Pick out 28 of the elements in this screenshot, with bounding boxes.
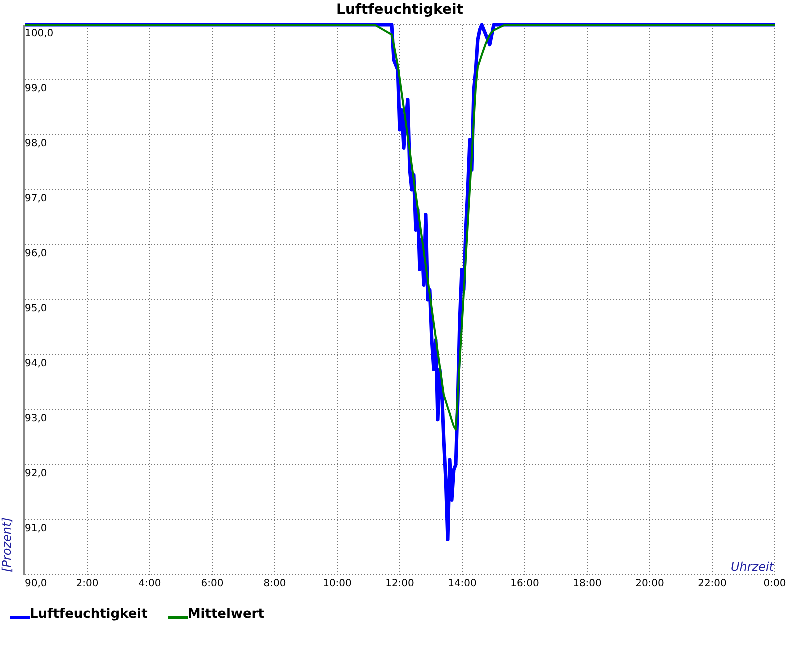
x-tick-label: 22:00 xyxy=(698,578,727,590)
y-tick-label: 97,0 xyxy=(25,194,48,205)
legend-label: Luftfeuchtigkeit xyxy=(30,607,148,622)
y-tick-label: 99,0 xyxy=(25,84,48,95)
y-tick-label: 92,0 xyxy=(25,468,48,480)
x-tick-label: 0:00 xyxy=(764,578,786,590)
x-tick-label: 10:00 xyxy=(323,578,352,590)
y-tick-label: 95,0 xyxy=(25,304,48,315)
y-tick-label: 91,0 xyxy=(25,524,48,535)
x-tick-label: 16:00 xyxy=(510,578,540,590)
x-tick-label: 4:00 xyxy=(138,578,162,590)
y-tick-label: 90,0 xyxy=(25,578,48,590)
x-tick-label: 18:00 xyxy=(573,578,602,590)
x-tick-label: 8:00 xyxy=(264,578,286,590)
y-tick-label: 96,0 xyxy=(25,248,48,260)
y-tick-label: 100,0 xyxy=(25,28,54,40)
y-tick-label: 94,0 xyxy=(25,358,48,370)
x-tick-label: 12:00 xyxy=(386,578,414,590)
y-tick-label: 98,0 xyxy=(25,138,48,150)
chart-title: Luftfeuchtigkeit xyxy=(336,2,464,18)
x-tick-label: 2:00 xyxy=(76,578,99,590)
x-axis-label: Uhrzeit xyxy=(730,560,774,574)
x-tick-label: 14:00 xyxy=(448,578,477,590)
y-axis-label: [Prozent] xyxy=(0,518,14,572)
x-tick-label: 6:00 xyxy=(201,578,224,590)
legend-label: Mittelwert xyxy=(188,607,264,622)
y-tick-label: 93,0 xyxy=(25,414,48,425)
x-tick-label: 20:00 xyxy=(636,578,664,590)
